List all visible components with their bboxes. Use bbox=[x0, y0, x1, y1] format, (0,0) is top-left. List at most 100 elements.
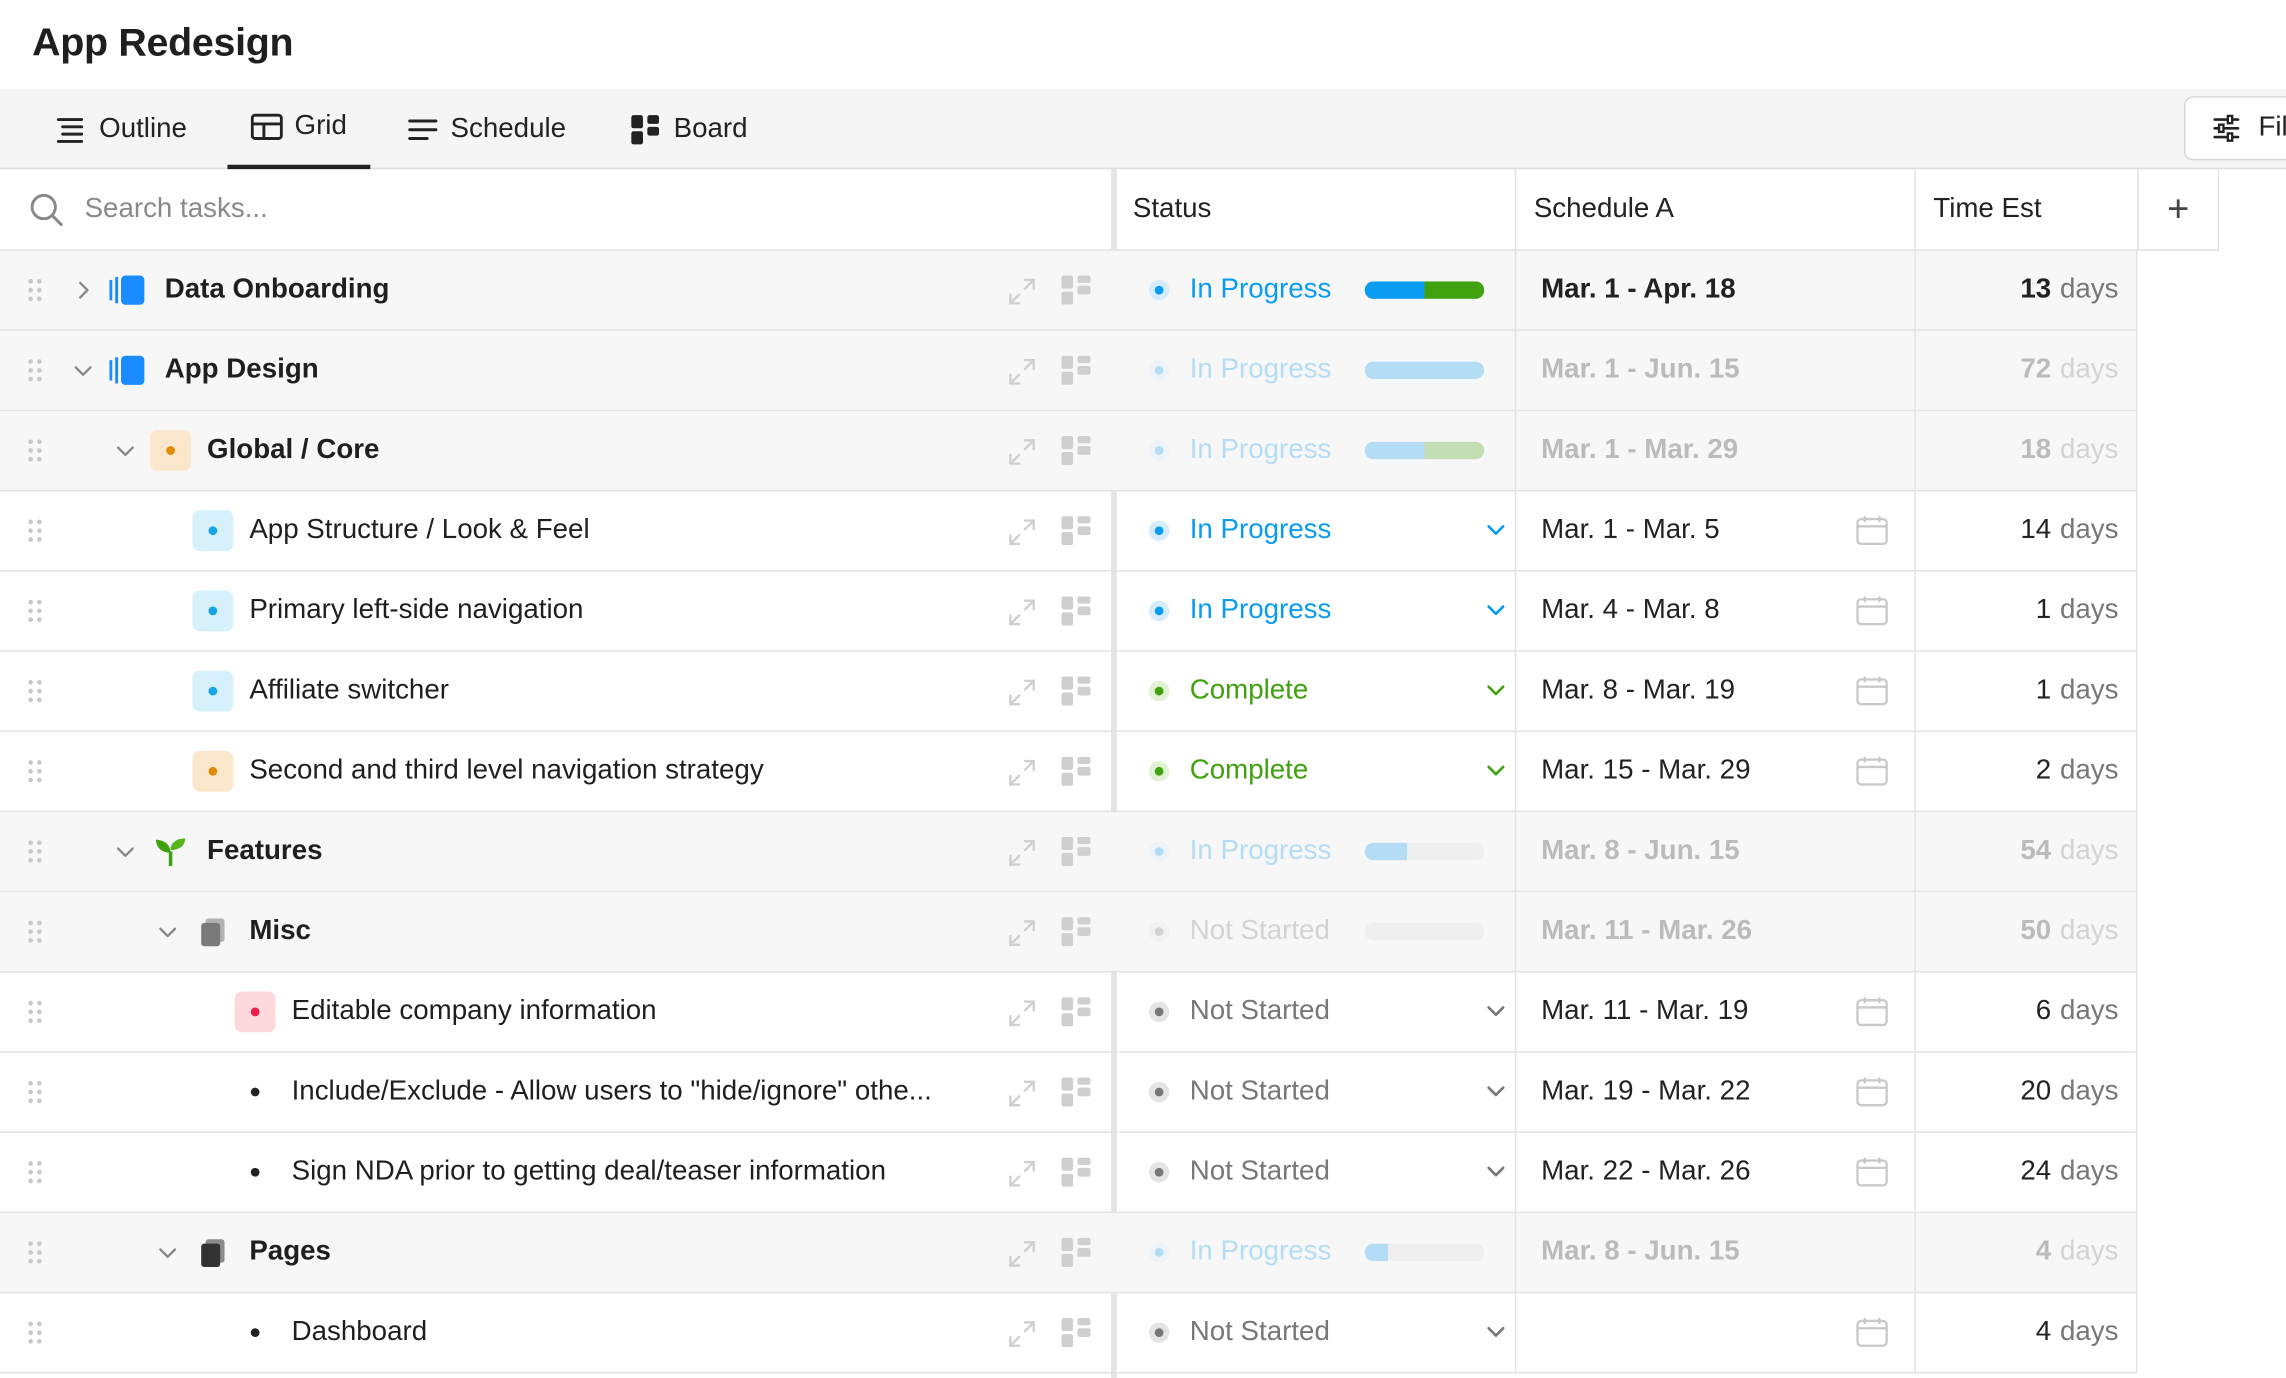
board-view-icon[interactable] bbox=[1061, 516, 1091, 546]
task-name[interactable]: Features bbox=[207, 812, 322, 891]
time-estimate-cell[interactable]: 4 days bbox=[1916, 1293, 2138, 1372]
time-estimate-cell[interactable]: 54 days bbox=[1916, 812, 2138, 891]
time-estimate-cell[interactable]: 14 days bbox=[1916, 491, 2138, 571]
status-cell[interactable]: Not Started bbox=[1117, 972, 1517, 1052]
table-row[interactable]: Second and third level navigation strate… bbox=[0, 731, 2138, 813]
tab-schedule[interactable]: Schedule bbox=[383, 89, 589, 169]
task-name[interactable]: Second and third level navigation strate… bbox=[249, 732, 763, 811]
schedule-cell[interactable]: Mar. 1 - Mar. 29 bbox=[1516, 411, 1916, 490]
drag-handle-icon[interactable] bbox=[26, 919, 43, 945]
expand-icon[interactable] bbox=[1007, 437, 1036, 466]
schedule-cell[interactable]: Mar. 8 - Jun. 15 bbox=[1516, 812, 1916, 891]
board-view-icon[interactable] bbox=[1061, 355, 1091, 385]
time-estimate-cell[interactable]: 2 days bbox=[1916, 731, 2138, 811]
schedule-cell[interactable]: Mar. 15 - Mar. 29 bbox=[1516, 731, 1916, 811]
time-estimate-cell[interactable]: 6 days bbox=[1916, 972, 2138, 1052]
schedule-cell[interactable]: Mar. 11 - Mar. 26 bbox=[1516, 892, 1916, 972]
status-cell[interactable]: In Progress bbox=[1117, 250, 1517, 330]
time-estimate-cell[interactable]: 50 days bbox=[1916, 892, 2138, 972]
board-view-icon[interactable] bbox=[1061, 1157, 1091, 1187]
schedule-cell[interactable]: Mar. 8 - Mar. 19 bbox=[1516, 651, 1916, 731]
task-name[interactable]: Sign NDA prior to getting deal/teaser in… bbox=[292, 1133, 886, 1212]
calendar-icon[interactable] bbox=[1856, 1156, 1888, 1188]
calendar-icon[interactable] bbox=[1856, 1076, 1888, 1108]
board-view-icon[interactable] bbox=[1061, 435, 1091, 466]
board-view-icon[interactable] bbox=[1061, 1318, 1091, 1348]
column-header-status[interactable]: Status bbox=[1116, 169, 1517, 251]
chevron-down-icon[interactable] bbox=[71, 359, 94, 382]
expand-icon[interactable] bbox=[1007, 678, 1036, 707]
chevron-down-icon[interactable] bbox=[156, 1241, 179, 1264]
task-name[interactable]: App Structure / Look & Feel bbox=[249, 491, 589, 570]
board-view-icon[interactable] bbox=[1061, 997, 1091, 1027]
drag-handle-icon[interactable] bbox=[26, 758, 43, 784]
drag-handle-icon[interactable] bbox=[26, 598, 43, 624]
status-dropdown-icon[interactable] bbox=[1484, 519, 1507, 542]
board-view-icon[interactable] bbox=[1061, 756, 1091, 786]
time-estimate-cell[interactable]: 1 days bbox=[1916, 651, 2138, 731]
task-name[interactable]: Include/Exclude - Allow users to "hide/i… bbox=[292, 1053, 932, 1132]
status-dropdown-icon[interactable] bbox=[1484, 679, 1507, 702]
time-estimate-cell[interactable]: 18 days bbox=[1916, 411, 2138, 490]
schedule-cell[interactable]: Mar. 1 - Jun. 15 bbox=[1516, 330, 1916, 410]
calendar-icon[interactable] bbox=[1856, 996, 1888, 1028]
calendar-icon[interactable] bbox=[1856, 675, 1888, 707]
task-name[interactable]: Editable company information bbox=[292, 972, 657, 1051]
time-estimate-cell[interactable]: 24 days bbox=[1916, 1132, 2138, 1212]
status-cell[interactable]: In Progress bbox=[1117, 411, 1517, 490]
task-name[interactable]: Dashboard bbox=[292, 1293, 428, 1372]
board-view-icon[interactable] bbox=[1061, 917, 1091, 947]
table-row[interactable]: Affiliate switcher Complete Mar. 8 - Mar… bbox=[0, 651, 2138, 732]
calendar-icon[interactable] bbox=[1856, 1317, 1888, 1349]
calendar-icon[interactable] bbox=[1856, 755, 1888, 787]
tab-grid[interactable]: Grid bbox=[227, 89, 371, 170]
status-dropdown-icon[interactable] bbox=[1484, 1321, 1507, 1344]
schedule-cell[interactable]: Mar. 19 - Mar. 22 bbox=[1516, 1052, 1916, 1132]
expand-icon[interactable] bbox=[1007, 1159, 1036, 1188]
table-row[interactable]: Sign NDA prior to getting deal/teaser in… bbox=[0, 1132, 2138, 1214]
schedule-cell[interactable]: Mar. 22 - Mar. 26 bbox=[1516, 1132, 1916, 1212]
board-view-icon[interactable] bbox=[1061, 1077, 1091, 1107]
board-view-icon[interactable] bbox=[1061, 676, 1091, 706]
drag-handle-icon[interactable] bbox=[26, 1239, 43, 1265]
table-row[interactable]: Features In Progress Mar. 8 - Jun. 15 54… bbox=[0, 812, 2138, 893]
chevron-down-icon[interactable] bbox=[156, 920, 179, 943]
task-name[interactable]: Data Onboarding bbox=[165, 251, 390, 330]
filter-button[interactable]: Fil bbox=[2184, 96, 2286, 161]
time-estimate-cell[interactable]: 4 days bbox=[1916, 1213, 2138, 1292]
status-dropdown-icon[interactable] bbox=[1484, 1000, 1507, 1023]
drag-handle-icon[interactable] bbox=[26, 277, 43, 303]
task-name[interactable]: App Design bbox=[165, 331, 319, 410]
tab-board[interactable]: Board bbox=[607, 89, 771, 169]
calendar-icon[interactable] bbox=[1856, 595, 1888, 627]
task-name[interactable]: Primary left-side navigation bbox=[249, 572, 583, 651]
expand-icon[interactable] bbox=[1007, 838, 1036, 867]
status-cell[interactable]: Complete bbox=[1117, 651, 1517, 731]
tab-outline[interactable]: Outline bbox=[32, 89, 210, 169]
status-cell[interactable]: In Progress bbox=[1117, 330, 1517, 410]
add-column-button[interactable]: + bbox=[2137, 169, 2220, 251]
drag-handle-icon[interactable] bbox=[26, 678, 43, 704]
status-dropdown-icon[interactable] bbox=[1484, 1080, 1507, 1103]
task-name[interactable]: Misc bbox=[249, 892, 311, 971]
task-name[interactable]: Affiliate switcher bbox=[249, 652, 449, 731]
table-row[interactable]: Primary left-side navigation In Progress… bbox=[0, 571, 2138, 652]
schedule-cell[interactable]: Mar. 11 - Mar. 19 bbox=[1516, 972, 1916, 1052]
chevron-down-icon[interactable] bbox=[114, 439, 137, 462]
status-cell[interactable]: In Progress bbox=[1117, 1213, 1517, 1292]
column-header-time[interactable]: Time Est bbox=[1915, 169, 2138, 251]
time-estimate-cell[interactable]: 72 days bbox=[1916, 330, 2138, 410]
status-cell[interactable]: In Progress bbox=[1117, 812, 1517, 891]
expand-icon[interactable] bbox=[1007, 518, 1036, 547]
status-cell[interactable]: Not Started bbox=[1117, 1293, 1517, 1372]
expand-icon[interactable] bbox=[1007, 1319, 1036, 1348]
expand-icon[interactable] bbox=[1007, 1079, 1036, 1108]
status-cell[interactable]: Not Started bbox=[1117, 1052, 1517, 1132]
status-cell[interactable]: Not Started bbox=[1117, 892, 1517, 972]
schedule-cell[interactable]: Mar. 8 - Jun. 15 bbox=[1516, 1213, 1916, 1292]
status-dropdown-icon[interactable] bbox=[1484, 760, 1507, 783]
expand-icon[interactable] bbox=[1007, 919, 1036, 948]
status-cell[interactable]: Not Started bbox=[1117, 1132, 1517, 1212]
expand-icon[interactable] bbox=[1007, 999, 1036, 1028]
status-dropdown-icon[interactable] bbox=[1484, 1161, 1507, 1184]
